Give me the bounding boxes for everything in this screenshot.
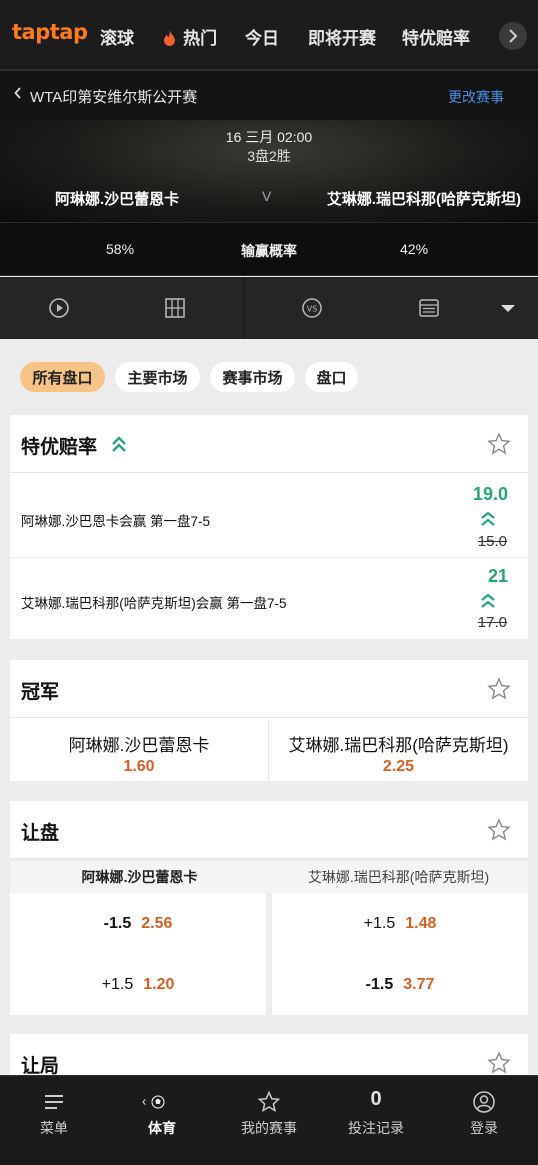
handicap-card: 让盘 阿琳娜.沙巴蕾恩卡 艾琳娜.瑞巴科那(哈萨克斯坦) -1.5 2.56 +…: [10, 801, 528, 1015]
handicap-selection[interactable]: +1.5 1.48: [272, 893, 528, 954]
original-odds: 15.0: [477, 533, 507, 550]
event-bar: WTA印第安维尔斯公开赛 更改赛事: [0, 70, 538, 120]
winner-card: 冠军 阿琳娜.沙巴蕾恩卡 1.60 艾琳娜.瑞巴科那(哈萨克斯坦) 2.25: [10, 660, 528, 781]
games-handicap-title: 让局: [21, 1056, 60, 1075]
winner-option-home[interactable]: 阿琳娜.沙巴蕾恩卡 1.60: [10, 720, 269, 781]
bottom-nav-label: 菜单: [40, 1120, 68, 1136]
chevron-left-icon[interactable]: [14, 86, 22, 103]
svg-text:VS: VS: [307, 305, 318, 314]
user-icon: [472, 1090, 496, 1114]
handicap-line: +1.5: [363, 914, 396, 932]
scoreboard-icon[interactable]: [418, 297, 440, 319]
boosted-odds[interactable]: 21: [438, 566, 508, 587]
nav-item-hot-label: 热门: [183, 29, 218, 48]
boost-arrows-icon: [111, 436, 127, 454]
handicap-away-header: 艾琳娜.瑞巴科那(哈萨克斯坦): [269, 861, 528, 893]
handicap-line: -1.5: [103, 914, 132, 932]
nav-item-today[interactable]: 今日: [245, 24, 279, 49]
star-icon: [257, 1090, 281, 1114]
bottom-nav-label: 投注记录: [348, 1120, 404, 1136]
special-odds-row[interactable]: 艾琳娜.瑞巴科那(哈萨克斯坦)会赢 第一盘7-5 21 17.0: [10, 557, 528, 639]
nav-item-special-odds[interactable]: 特优赔率: [402, 24, 470, 49]
handicap-home-header: 阿琳娜.沙巴蕾恩卡: [10, 861, 269, 893]
bottom-nav: 菜单 体育 我的赛事 0 投注记录 登录: [0, 1075, 538, 1165]
chip-handicap[interactable]: 盘口: [305, 362, 358, 392]
winner-header[interactable]: 冠军: [10, 660, 528, 718]
bottom-nav-my-events[interactable]: 我的赛事: [215, 1076, 323, 1165]
chevron-right-icon[interactable]: [499, 22, 527, 50]
special-odds-card: 特优赔率 阿琳娜.沙巴恩卡会赢 第一盘7-5 19.0 15.0 艾琳娜.瑞巴科…: [10, 415, 528, 639]
menu-icon: [42, 1090, 66, 1114]
games-handicap-header[interactable]: 让局: [10, 1034, 528, 1075]
handicap-odds: 1.48: [405, 914, 437, 932]
handicap-selection[interactable]: -1.5 3.77: [272, 954, 528, 1015]
match-format: 3盘2胜: [247, 148, 291, 164]
match-tools-bar: VS: [0, 277, 538, 339]
change-event-link[interactable]: 更改赛事: [448, 87, 504, 107]
match-header: 16 三月 02:00 3盘2胜 阿琳娜.沙巴蕾恩卡 V 艾琳娜.瑞巴科那(哈萨…: [0, 120, 538, 222]
chip-event-markets[interactable]: 赛事市场: [210, 362, 295, 392]
handicap-selection[interactable]: -1.5 2.56: [10, 893, 266, 954]
special-odds-row[interactable]: 阿琳娜.沙巴恩卡会赢 第一盘7-5 19.0 15.0: [10, 475, 528, 557]
match-date: 16 三月 02:00: [225, 129, 313, 145]
bottom-nav-sports[interactable]: 体育: [108, 1076, 216, 1165]
bottom-nav-label: 我的赛事: [241, 1120, 297, 1136]
winner-option-odds: 1.60: [123, 758, 155, 775]
chip-all-markets[interactable]: 所有盘口: [20, 362, 105, 392]
handicap-odds: 1.20: [143, 975, 175, 993]
favorite-star-icon[interactable]: [487, 1051, 511, 1075]
winner-option-away[interactable]: 艾琳娜.瑞巴科那(哈萨克斯坦) 2.25: [269, 720, 528, 781]
vs-icon[interactable]: VS: [301, 297, 323, 319]
home-team-name: 阿琳娜.沙巴蕾恩卡: [55, 191, 180, 208]
play-icon[interactable]: [48, 297, 70, 319]
bottom-nav-bet-history[interactable]: 0 投注记录: [322, 1076, 430, 1165]
special-odds-selection: 阿琳娜.沙巴恩卡会赢 第一盘7-5: [21, 514, 211, 529]
nav-item-hot[interactable]: 热门: [163, 24, 217, 49]
chip-main-markets[interactable]: 主要市场: [115, 362, 200, 392]
handicap-title: 让盘: [21, 823, 60, 844]
handicap-line: -1.5: [365, 975, 394, 993]
win-probability-label: 输赢概率: [241, 243, 297, 259]
games-handicap-card: 让局: [10, 1034, 528, 1075]
away-team-name: 艾琳娜.瑞巴科那(哈萨克斯坦): [326, 191, 521, 208]
special-odds-title: 特优赔率: [21, 437, 98, 458]
special-odds-selection: 艾琳娜.瑞巴科那(哈萨克斯坦)会赢 第一盘7-5: [21, 596, 287, 611]
top-nav: taptap 滚球 热门 今日 即将开赛 特优赔率: [0, 0, 538, 70]
nav-item-upcoming[interactable]: 即将开赛: [308, 24, 376, 49]
flame-icon: [163, 30, 180, 48]
dropdown-triangle-icon[interactable]: [497, 297, 519, 319]
nav-item-live[interactable]: 滚球: [100, 24, 134, 49]
boost-arrows-icon: [480, 593, 496, 609]
handicap-selection[interactable]: +1.5 1.20: [10, 954, 266, 1015]
winner-option-name: 艾琳娜.瑞巴科那(哈萨克斯坦): [288, 736, 509, 755]
vs-label: V: [262, 188, 272, 204]
handicap-odds: 2.56: [141, 914, 173, 932]
favorite-star-icon[interactable]: [487, 818, 511, 842]
favorite-star-icon[interactable]: [487, 677, 511, 701]
soccer-ball-icon: [142, 1090, 178, 1114]
market-filter-chips: 所有盘口 主要市场 赛事市场 盘口: [0, 360, 538, 396]
winner-option-odds: 2.25: [382, 758, 415, 775]
boost-arrows-icon: [480, 511, 496, 527]
winner-title: 冠军: [21, 682, 60, 703]
taptap-logo[interactable]: taptap: [12, 20, 88, 44]
winner-option-name: 阿琳娜.沙巴蕾恩卡: [68, 736, 210, 755]
court-icon[interactable]: [164, 297, 186, 319]
away-win-probability: 42%: [400, 241, 429, 257]
original-odds: 17.0: [477, 614, 507, 631]
favorite-star-icon[interactable]: [487, 432, 511, 456]
bet-count-badge: 0: [370, 1088, 382, 1110]
bottom-nav-menu[interactable]: 菜单: [0, 1076, 108, 1165]
win-probability-bar: 58% 输赢概率 42%: [0, 222, 538, 276]
bottom-nav-label: 登录: [470, 1120, 498, 1136]
bottom-nav-label: 体育: [148, 1120, 176, 1136]
bottom-nav-login[interactable]: 登录: [430, 1076, 538, 1165]
handicap-header[interactable]: 让盘: [10, 801, 528, 859]
special-odds-header[interactable]: 特优赔率: [10, 415, 528, 473]
handicap-line: +1.5: [101, 975, 134, 993]
event-title[interactable]: WTA印第安维尔斯公开赛: [30, 86, 197, 107]
handicap-odds: 3.77: [403, 975, 435, 993]
boosted-odds[interactable]: 19.0: [438, 484, 508, 505]
